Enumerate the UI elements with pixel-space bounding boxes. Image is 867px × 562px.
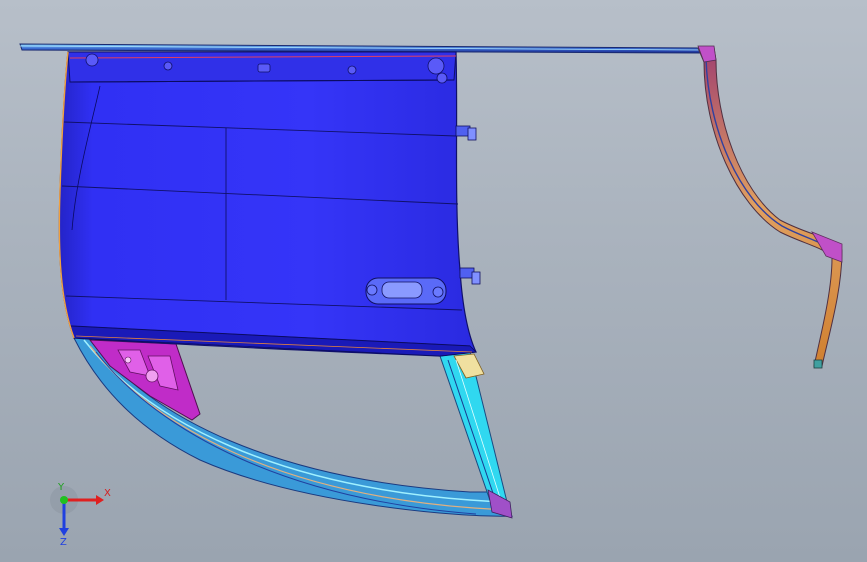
cad-graphics-viewport[interactable]: X Y Z [0, 0, 867, 562]
rear-tail-trim[interactable] [697, 45, 843, 369]
door-hinge-lower[interactable] [459, 267, 481, 285]
door-outer-panel[interactable] [58, 51, 477, 357]
door-handle[interactable] [365, 277, 447, 305]
z-axis-label: Z [60, 537, 67, 546]
door-assembly-model[interactable] [0, 0, 867, 562]
coordinate-triad: X Y Z [50, 482, 111, 546]
y-axis-label: Y [57, 482, 65, 493]
y-axis-marker [60, 496, 68, 504]
x-axis-label: X [104, 488, 111, 499]
door-hinge-upper[interactable] [455, 125, 477, 141]
